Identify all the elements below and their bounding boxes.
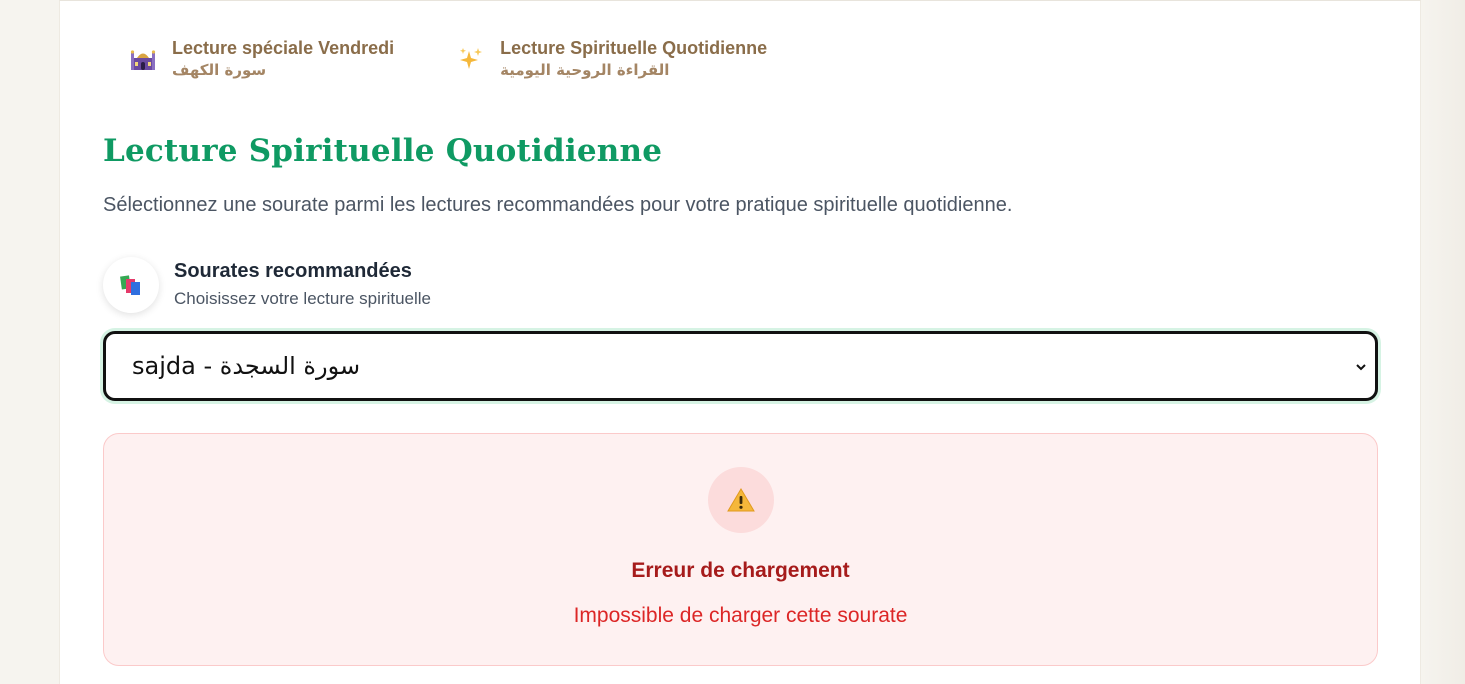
reading-tabs: Lecture spéciale Vendredi سورة الكهف Lec… <box>130 37 767 81</box>
section-header: Sourates recommandées Choisissez votre l… <box>103 257 431 313</box>
chevron-down-icon <box>1355 360 1367 378</box>
main-card: Lecture spéciale Vendredi سورة الكهف Lec… <box>59 0 1421 684</box>
tab-subtitle: القراءة الروحية اليومية <box>500 61 670 79</box>
surah-select-value: sajda - سورة السجدة <box>132 352 361 380</box>
surah-select[interactable]: sajda - سورة السجدة <box>103 331 1378 401</box>
error-message: Impossible de charger cette sourate <box>573 604 908 627</box>
section-subtitle: Choisissez votre lecture spirituelle <box>174 289 431 308</box>
tab-title: Lecture spéciale Vendredi <box>172 38 395 58</box>
page-background-right <box>1421 0 1465 684</box>
error-panel: Erreur de chargement Impossible de charg… <box>103 433 1378 666</box>
section-title: Sourates recommandées <box>174 260 412 282</box>
tab-subtitle: سورة الكهف <box>172 61 267 79</box>
sparkles-icon <box>458 46 484 72</box>
warning-icon <box>708 467 774 533</box>
books-icon <box>103 257 159 313</box>
tab-daily-reading[interactable]: Lecture Spirituelle Quotidienne القراءة … <box>458 37 767 81</box>
page-description: Sélectionnez une sourate parmi les lectu… <box>103 194 1013 216</box>
tab-friday-reading[interactable]: Lecture spéciale Vendredi سورة الكهف <box>130 37 394 81</box>
error-title: Erreur de chargement <box>631 559 850 582</box>
mosque-icon <box>130 46 156 72</box>
page-title: Lecture Spirituelle Quotidienne <box>103 133 663 169</box>
tab-title: Lecture Spirituelle Quotidienne <box>500 38 768 58</box>
